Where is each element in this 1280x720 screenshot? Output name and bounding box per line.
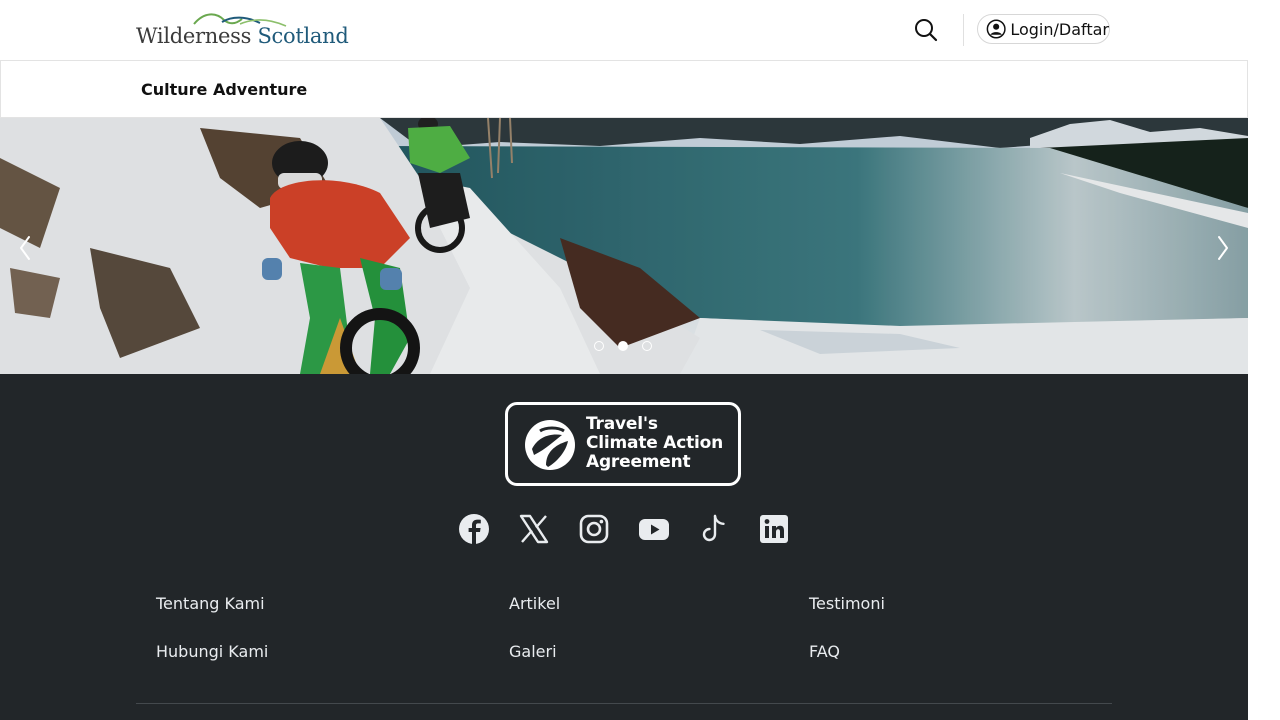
- facebook-icon: [459, 514, 489, 544]
- logo-wordmark: Wilderness Scotland: [136, 24, 349, 48]
- youtube-link[interactable]: [638, 513, 670, 545]
- x-icon: [519, 514, 549, 544]
- climate-action-badge[interactable]: Travel's Climate Action Agreement: [505, 402, 741, 486]
- hero-image: [0, 118, 1248, 374]
- youtube-icon: [639, 519, 669, 540]
- chevron-left-icon: [20, 236, 30, 260]
- linkedin-link[interactable]: [758, 513, 790, 545]
- badge-line-2: Climate Action: [586, 433, 724, 453]
- tiktok-icon: [702, 514, 725, 542]
- site-logo[interactable]: Wilderness Scotland: [136, 10, 349, 50]
- search-icon: [915, 19, 938, 42]
- footer-divider: [136, 703, 1112, 704]
- login-button[interactable]: Login/Daftar: [977, 14, 1110, 44]
- header-divider: [963, 14, 964, 46]
- instagram-icon: [579, 514, 609, 544]
- badge-text: Travel's Climate Action Agreement: [586, 415, 723, 472]
- footer-link-tentang-kami[interactable]: Tentang Kami: [156, 594, 265, 613]
- social-links: [458, 513, 798, 545]
- carousel-dot-2[interactable]: [618, 341, 628, 351]
- footer-link-faq[interactable]: FAQ: [809, 642, 840, 661]
- tiktok-link[interactable]: [698, 513, 730, 545]
- instagram-link[interactable]: [578, 513, 610, 545]
- user-circle-icon: [986, 19, 1006, 39]
- leaf-globe-icon: [525, 420, 575, 470]
- carousel-indicators: [592, 341, 658, 355]
- logo-word-1: Wilderness: [136, 24, 252, 48]
- carousel-prev-button[interactable]: [6, 228, 46, 268]
- sub-navigation: Culture Adventure: [0, 61, 1248, 118]
- subnav-title[interactable]: Culture Adventure: [141, 80, 307, 99]
- chevron-right-icon: [1218, 236, 1228, 260]
- footer-link-hubungi-kami[interactable]: Hubungi Kami: [156, 642, 268, 661]
- carousel-dot-3[interactable]: [642, 341, 652, 351]
- badge-line-1: Travel's: [586, 414, 658, 434]
- linkedin-icon: [760, 515, 788, 543]
- logo-word-2: Scotland: [257, 24, 349, 48]
- facebook-link[interactable]: [458, 513, 490, 545]
- page-scrollbar-track[interactable]: [1248, 0, 1280, 720]
- footer-link-testimoni[interactable]: Testimoni: [809, 594, 885, 613]
- hero-carousel: [0, 118, 1248, 374]
- site-footer: Travel's Climate Action Agreement Tentan…: [0, 374, 1248, 720]
- badge-line-3: Agreement: [586, 452, 691, 472]
- carousel-next-button[interactable]: [1202, 228, 1242, 268]
- footer-link-artikel[interactable]: Artikel: [509, 594, 560, 613]
- login-label: Login/Daftar: [1010, 19, 1109, 39]
- footer-link-galeri[interactable]: Galeri: [509, 642, 557, 661]
- site-header: Wilderness Scotland Login/Daftar: [0, 0, 1248, 61]
- search-button[interactable]: [912, 16, 940, 44]
- x-link[interactable]: [518, 513, 550, 545]
- carousel-dot-1[interactable]: [594, 341, 604, 351]
